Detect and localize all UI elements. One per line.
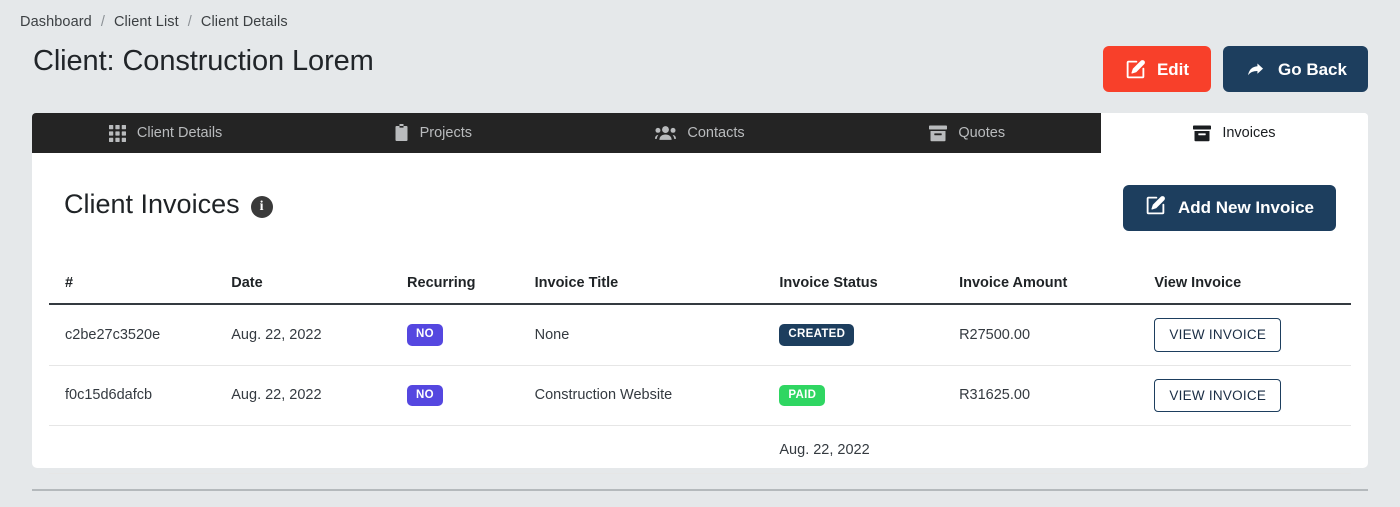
cell-invoice-id: f0c15d6dafcb	[49, 365, 232, 426]
tab-projects[interactable]: Projects	[299, 113, 567, 153]
cell-view-invoice: VIEW INVOICE	[1154, 365, 1351, 426]
add-new-invoice-label: Add New Invoice	[1177, 198, 1314, 217]
column-header-invoice-amount: Invoice Amount	[959, 275, 1155, 305]
bottom-divider	[32, 489, 1368, 491]
arrow-right-curved-icon	[1244, 59, 1267, 80]
cell-invoice-title	[534, 425, 780, 474]
column-header-number: #	[49, 275, 232, 305]
tab-label: Quotes	[958, 125, 1006, 141]
column-header-invoice-status: Invoice Status	[779, 275, 960, 305]
users-icon	[655, 125, 677, 141]
cell-invoice-title: Construction Website	[534, 365, 780, 426]
view-invoice-button[interactable]: VIEW INVOICE	[1154, 378, 1282, 412]
tab-bar: Client Details Projects Contacts Quotes …	[32, 113, 1368, 153]
cell-invoice-status: CREATED	[779, 304, 960, 366]
cell-recurring: NO	[407, 304, 535, 366]
panel-title-group: Client Invoices i	[64, 189, 273, 220]
page-title: Client: Construction Lorem	[33, 45, 374, 77]
tab-label: Client Details	[136, 125, 223, 141]
tab-quotes[interactable]: Quotes	[833, 113, 1101, 153]
breadcrumb-item-client-details[interactable]: Client Details	[201, 14, 288, 30]
tab-client-details[interactable]: Client Details	[32, 113, 300, 153]
archive-icon	[929, 125, 948, 142]
tab-label: Invoices	[1222, 125, 1276, 141]
cell-invoice-status: PAID	[779, 365, 960, 426]
tab-contacts[interactable]: Contacts	[566, 113, 834, 153]
cell-date: Aug. 22, 2022	[231, 304, 408, 366]
cell-date	[231, 425, 408, 474]
cell-recurring: NO	[407, 365, 535, 426]
go-back-button[interactable]: Go Back	[1223, 46, 1368, 92]
invoices-card: Client Invoices i Add New Invoice # Date…	[32, 153, 1368, 474]
tab-label: Contacts	[687, 125, 745, 141]
cell-view-invoice	[1154, 425, 1351, 474]
cell-view-invoice: VIEW INVOICE	[1154, 304, 1351, 366]
pencil-square-icon	[1145, 195, 1166, 221]
cell-invoice-amount	[959, 425, 1155, 474]
column-header-view-invoice: View Invoice	[1154, 275, 1351, 305]
archive-icon	[1193, 125, 1212, 142]
edit-button-label: Edit	[1156, 59, 1190, 79]
page-root: Dashboard / Client List / Client Details…	[0, 0, 1400, 507]
breadcrumb-item-dashboard[interactable]: Dashboard	[20, 14, 92, 30]
invoices-table: # Date Recurring Invoice Title Invoice S…	[49, 275, 1351, 474]
breadcrumb-separator: /	[100, 14, 105, 30]
add-new-invoice-button[interactable]: Add New Invoice	[1122, 185, 1336, 231]
breadcrumb-item-client-list[interactable]: Client List	[114, 14, 179, 30]
invoices-table-wrapper: # Date Recurring Invoice Title Invoice S…	[49, 275, 1351, 474]
tab-label: Projects	[419, 125, 472, 141]
table-body: c2be27c3520e Aug. 22, 2022 NO None CREAT…	[49, 304, 1351, 474]
card-header: Client Invoices i Add New Invoice	[64, 185, 1336, 239]
pencil-square-icon	[1125, 59, 1146, 80]
grid-icon	[108, 124, 126, 142]
table-header-row: # Date Recurring Invoice Title Invoice S…	[49, 275, 1351, 305]
status-badge: CREATED	[779, 324, 855, 346]
cell-invoice-amount: R31625.00	[959, 365, 1155, 426]
panel-title: Client Invoices	[64, 189, 240, 219]
tab-invoices[interactable]: Invoices	[1100, 113, 1368, 153]
table-row: Aug. 22, 2022	[49, 425, 1351, 474]
view-invoice-button[interactable]: VIEW INVOICE	[1154, 318, 1282, 352]
column-header-invoice-title: Invoice Title	[534, 275, 780, 305]
cell-date: Aug. 22, 2022	[231, 365, 408, 426]
table-row: c2be27c3520e Aug. 22, 2022 NO None CREAT…	[49, 304, 1351, 366]
recurring-badge: NO	[407, 324, 443, 346]
cell-recurring	[407, 425, 535, 474]
table-head: # Date Recurring Invoice Title Invoice S…	[49, 275, 1351, 305]
cell-invoice-id: c2be27c3520e	[49, 304, 232, 366]
clipboard-icon	[394, 124, 409, 142]
cell-invoice-title: None	[534, 304, 780, 366]
column-header-date: Date	[231, 275, 408, 305]
table-row: f0c15d6dafcb Aug. 22, 2022 NO Constructi…	[49, 365, 1351, 426]
column-header-recurring: Recurring	[407, 275, 535, 305]
go-back-button-label: Go Back	[1278, 59, 1347, 79]
edit-button[interactable]: Edit	[1103, 46, 1211, 92]
info-icon[interactable]: i	[250, 195, 273, 218]
cell-trailing-date: Aug. 22, 2022	[779, 425, 960, 474]
cell-invoice-id	[49, 425, 232, 474]
breadcrumb-separator: /	[187, 14, 192, 30]
breadcrumb: Dashboard / Client List / Client Details	[20, 14, 288, 30]
recurring-badge: NO	[407, 384, 443, 406]
cell-invoice-amount: R27500.00	[959, 304, 1155, 366]
status-badge: PAID	[779, 384, 826, 406]
header-actions: Edit Go Back	[1103, 46, 1368, 92]
